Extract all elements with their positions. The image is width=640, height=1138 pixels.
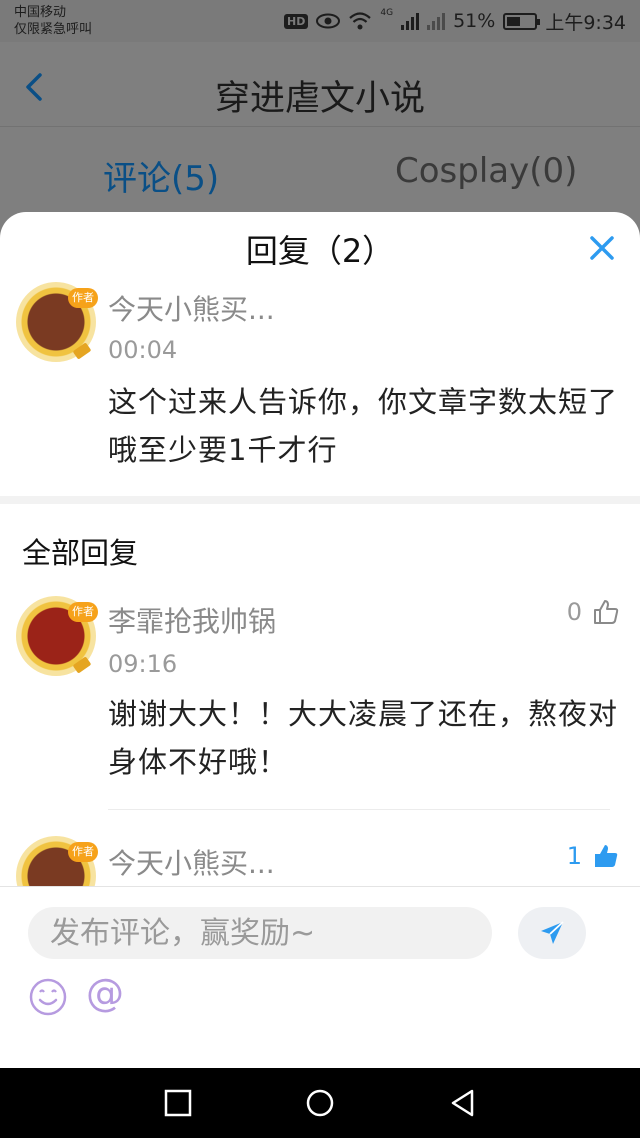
divider — [108, 809, 610, 810]
thumbs-up-outline-icon — [594, 600, 619, 624]
author-badge: 作者 — [68, 602, 98, 622]
sheet-title: 回复（2） — [245, 232, 395, 270]
replies-heading: 全部回复 — [22, 536, 139, 570]
status-icons: HD 4G 51% 上午9:34 — [284, 8, 626, 34]
recent-apps-icon[interactable] — [163, 1088, 193, 1118]
signal-icon — [401, 12, 420, 30]
home-icon[interactable] — [305, 1088, 335, 1118]
like-button[interactable]: 1 — [567, 842, 620, 870]
section-divider — [0, 496, 640, 504]
app-bar: 穿进虐文小说 — [0, 42, 640, 126]
carrier-status: 仅限紧急呼叫 — [14, 22, 93, 37]
clock: 上午9:34 — [545, 11, 626, 34]
comment-text: 这个过来人告诉你，你文章字数太短了哦至少要1千才行 — [108, 385, 619, 467]
carrier-name: 中国移动 — [14, 5, 67, 20]
like-count: 1 — [566, 842, 582, 870]
close-icon[interactable] — [588, 234, 616, 262]
status-bar: 中国移动 仅限紧急呼叫 HD 4G 51% 上午9:34 — [0, 0, 640, 42]
comment-time: 00:04 — [108, 336, 178, 364]
tab-cosplay[interactable]: Cosplay(0) — [395, 151, 577, 191]
eye-icon — [316, 13, 341, 29]
reply-username[interactable]: 李霏抢我帅锅 — [108, 600, 276, 640]
mention-button[interactable]: @ — [86, 971, 124, 1015]
battery-icon — [503, 12, 541, 30]
back-nav-icon[interactable] — [448, 1088, 478, 1118]
like-button[interactable]: 0 — [567, 598, 620, 626]
comment-input[interactable] — [28, 907, 492, 959]
send-icon — [541, 921, 564, 944]
like-count: 0 — [566, 598, 582, 626]
avatar[interactable]: 作者 — [16, 596, 98, 676]
reply-username[interactable]: 今天小熊买... — [108, 842, 275, 882]
wifi-icon — [349, 12, 372, 30]
battery-fill — [507, 16, 521, 26]
hd-icon: HD — [284, 13, 309, 29]
tab-bar: 评论(5) Cosplay(0) — [0, 127, 640, 217]
reply-time: 09:16 — [108, 650, 178, 678]
network-type: 4G — [380, 8, 394, 18]
thumbs-up-filled-icon — [595, 845, 618, 867]
avatar[interactable]: 作者 — [16, 282, 98, 362]
tab-comments[interactable]: 评论(5) — [103, 151, 219, 200]
emoji-icon[interactable] — [28, 977, 68, 1017]
signal-icon-secondary — [427, 12, 446, 30]
comment-composer: @ — [0, 886, 640, 1068]
author-badge: 作者 — [68, 842, 98, 862]
navigation-bar — [0, 1068, 640, 1138]
reply-text: 谢谢大大！！大大凌晨了还在，熬夜对身体不好哦！ — [108, 697, 619, 779]
author-badge: 作者 — [68, 288, 98, 308]
battery-percent: 51% — [453, 10, 496, 32]
page-title: 穿进虐文小说 — [214, 79, 425, 119]
comment-username[interactable]: 今天小熊买... — [108, 288, 275, 328]
carrier-info: 中国移动 仅限紧急呼叫 — [14, 4, 92, 38]
send-button[interactable] — [518, 907, 586, 959]
